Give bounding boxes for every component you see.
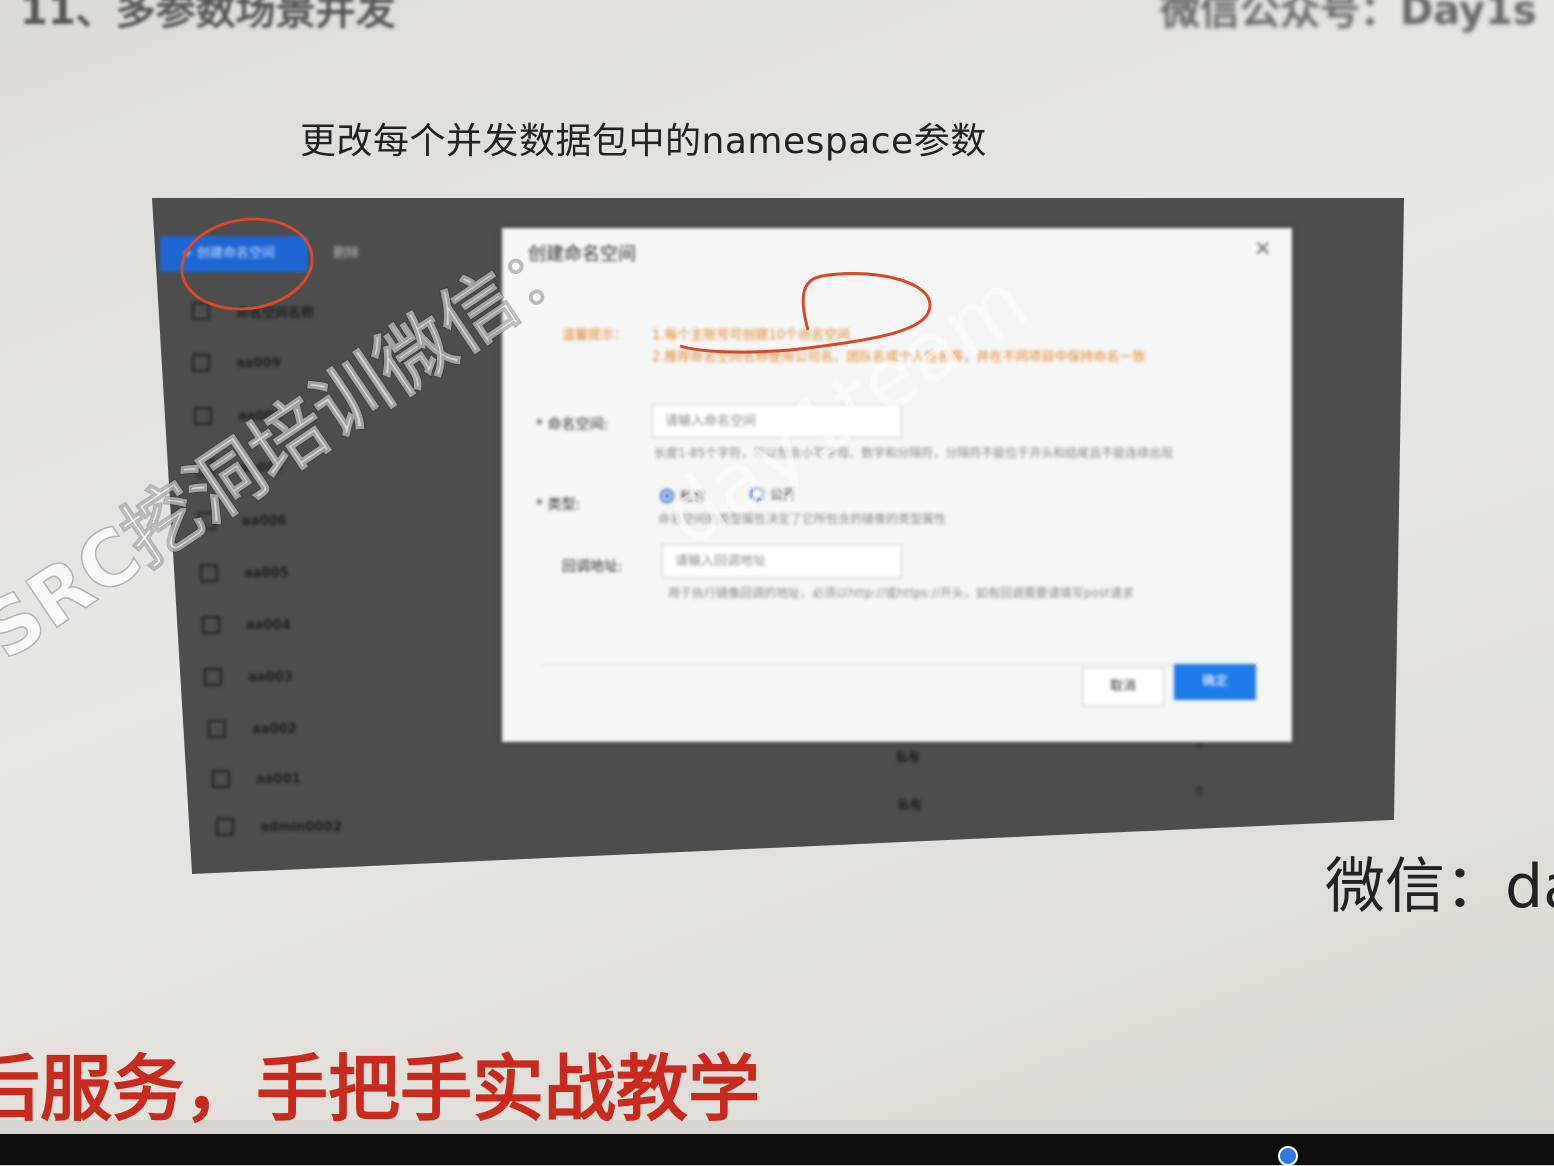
list-item[interactable]: aa003: [204, 662, 293, 692]
dialog-divider: [542, 664, 1252, 665]
namespace-name: aa004: [246, 617, 291, 633]
webhook-hint: 用于执行镜像回调的地址，必须以http://或https://开头，如有回调需要…: [668, 586, 1134, 600]
namespace-name: aa001: [256, 771, 301, 787]
row-checkbox[interactable]: [200, 564, 218, 582]
type-label: * 类型:: [536, 497, 581, 513]
embedded-screenshot: + 创建命名空间 删除 命名空间名称 aa009 aa008 aa007 aa0…: [152, 198, 1404, 874]
slide-heading-right: 微信公众号：Day1s: [1160, 0, 1537, 34]
row-checkbox[interactable]: [212, 770, 230, 788]
list-item[interactable]: aa002: [208, 714, 297, 744]
list-item[interactable]: aa005: [200, 558, 289, 588]
create-namespace-dialog: 创建命名空间 × 温馨提示： 1.每个主账号可创建10个命名空间 2.推荐命名空…: [502, 228, 1292, 742]
row-checkbox[interactable]: [202, 616, 220, 634]
type-cell: 私有: [896, 750, 921, 764]
namespace-name: aa003: [248, 669, 293, 685]
list-item[interactable]: aa009: [192, 348, 281, 378]
row-checkbox[interactable]: [192, 354, 210, 372]
namespace-name: aa009: [236, 355, 281, 371]
namespace-name: aa002: [252, 721, 297, 737]
namespace-name: admin0002: [260, 819, 342, 835]
warning-line-1: 1.每个主账号可创建10个命名空间: [652, 328, 850, 343]
row-checkbox[interactable]: [208, 720, 226, 738]
list-item[interactable]: aa001: [212, 764, 301, 794]
cancel-button[interactable]: 取消: [1082, 668, 1164, 706]
count-cell: 0: [1196, 784, 1204, 798]
presentation-slide: 11、多参数场景并发 微信公众号：Day1s 更改每个并发数据包中的namesp…: [0, 0, 1554, 1131]
list-item[interactable]: admin0002: [216, 812, 342, 842]
namespace-label: * 命名空间:: [536, 417, 609, 433]
row-checkbox[interactable]: [216, 818, 234, 836]
slide-banner: 后服务，手把手实战教学: [0, 1047, 761, 1131]
taskbar: [0, 1134, 1554, 1165]
slide-heading: 11、多参数场景并发: [20, 0, 396, 34]
select-all-checkbox[interactable]: [192, 302, 210, 320]
webhook-label: 回调地址:: [562, 559, 623, 575]
slide-subtitle: 更改每个并发数据包中的namespace参数: [300, 121, 987, 162]
close-icon[interactable]: ×: [1254, 236, 1272, 261]
warning-label: 温馨提示：: [562, 328, 628, 343]
wechat-caption: 微信：da: [1325, 852, 1554, 922]
progress-handle[interactable]: [1278, 1146, 1298, 1166]
delete-button[interactable]: 删除: [316, 238, 376, 270]
type-cell: 私有: [898, 798, 923, 812]
namespace-name: aa005: [244, 565, 289, 581]
row-checkbox[interactable]: [204, 668, 222, 686]
list-item[interactable]: aa004: [202, 610, 291, 640]
confirm-button[interactable]: 确定: [1174, 664, 1256, 700]
